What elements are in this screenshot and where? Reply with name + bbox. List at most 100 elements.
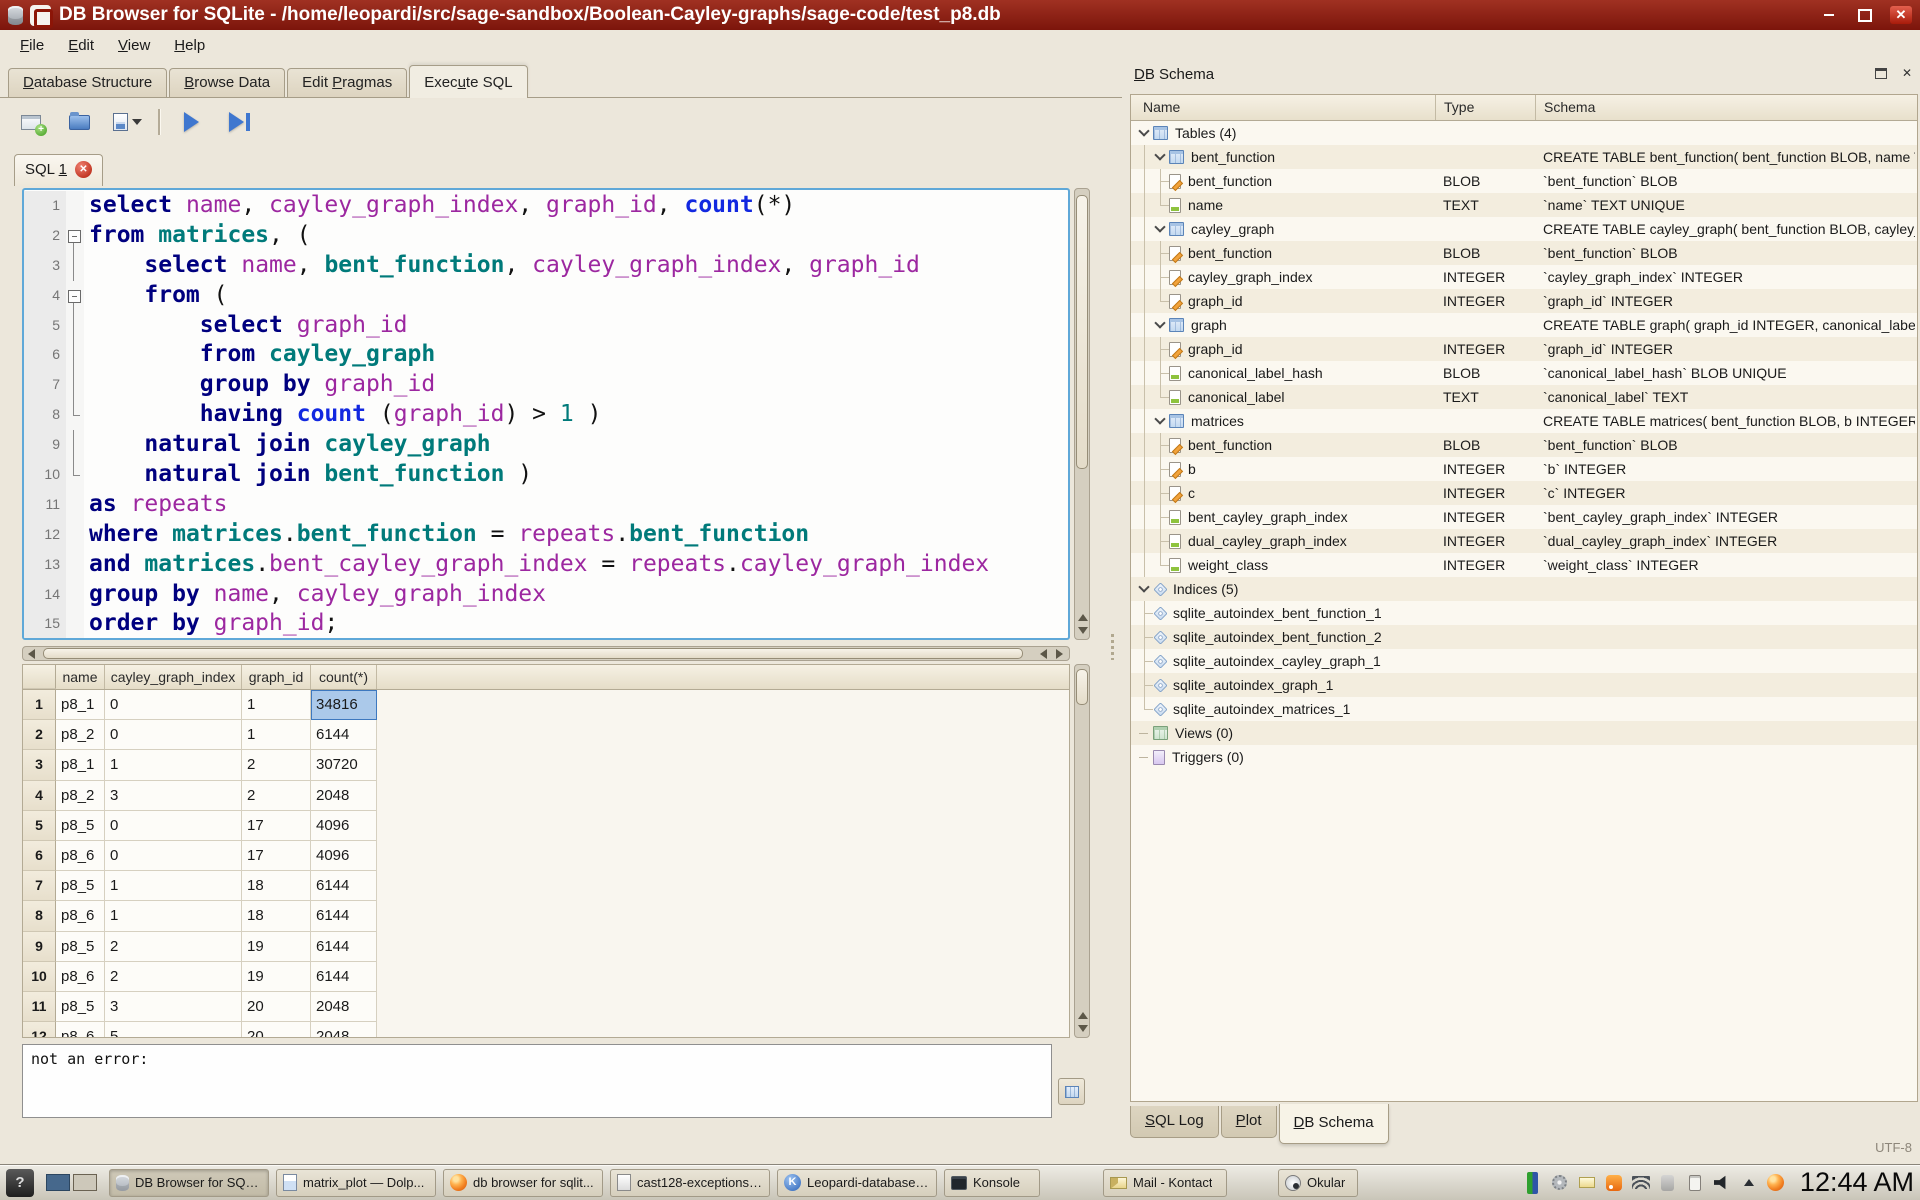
schema-column-schema[interactable]: Schema xyxy=(1535,95,1595,120)
table-row[interactable]: 3p8_11230720 xyxy=(23,750,1069,780)
schema-tree-row[interactable]: bent_functionBLOB`bent_function` BLOB xyxy=(1131,241,1917,265)
table-cell[interactable]: 5 xyxy=(105,1022,242,1038)
table-cell[interactable]: 2 xyxy=(242,750,311,780)
taskbar-task-ffx[interactable]: db browser for sqlit... xyxy=(443,1169,603,1197)
table-cell[interactable]: p8_1 xyxy=(56,690,105,720)
table-cell[interactable]: 18 xyxy=(242,871,311,901)
code-line[interactable]: 1select name, cayley_graph_index, graph_… xyxy=(24,191,1068,221)
panel-splitter[interactable] xyxy=(1100,64,1126,1104)
row-number[interactable]: 5 xyxy=(23,811,56,841)
clipboard-icon[interactable] xyxy=(1685,1173,1705,1193)
table-cell[interactable]: p8_5 xyxy=(56,871,105,901)
column-header-cayley-graph-index[interactable]: cayley_graph_index xyxy=(105,665,242,689)
volume-icon[interactable] xyxy=(1712,1173,1732,1193)
schema-tree-row[interactable]: graphCREATE TABLE graph( graph_id INTEGE… xyxy=(1131,313,1917,337)
table-cell[interactable]: p8_2 xyxy=(56,781,105,811)
taskbar-task-term[interactable]: Konsole xyxy=(944,1169,1040,1197)
chevron-down-icon[interactable] xyxy=(1153,217,1169,241)
row-number[interactable]: 2 xyxy=(23,720,56,750)
app-launcher-icon[interactable] xyxy=(6,1169,34,1197)
table-cell[interactable]: 20 xyxy=(242,992,311,1022)
table-row[interactable]: 11p8_53202048 xyxy=(23,992,1069,1022)
table-cell[interactable]: 0 xyxy=(105,690,242,720)
schema-tree-row[interactable]: canonical_label_hashBLOB`canonical_label… xyxy=(1131,361,1917,385)
table-cell[interactable]: 3 xyxy=(105,992,242,1022)
table-cell[interactable]: 0 xyxy=(105,841,242,871)
code-fold-marker-icon[interactable] xyxy=(66,281,84,311)
schema-tree[interactable]: Name Type Schema Tables (4)bent_function… xyxy=(1130,94,1918,1102)
open-sql-file-button[interactable] xyxy=(62,106,96,138)
schema-tree-row[interactable]: dual_cayley_graph_indexINTEGER`dual_cayl… xyxy=(1131,529,1917,553)
menu-file[interactable]: File xyxy=(10,33,54,58)
table-cell[interactable]: 2048 xyxy=(311,781,377,811)
schema-tree-row[interactable]: nameTEXT`name` TEXT UNIQUE xyxy=(1131,193,1917,217)
table-cell[interactable]: 4096 xyxy=(311,841,377,871)
desktop-1[interactable] xyxy=(46,1174,70,1191)
schema-tree-row[interactable]: sqlite_autoindex_graph_1 xyxy=(1131,673,1917,697)
status-encoding[interactable]: UTF-8 xyxy=(1875,1140,1912,1155)
tab-browse-data[interactable]: Browse Data xyxy=(169,68,285,97)
row-number[interactable]: 8 xyxy=(23,901,56,931)
schema-column-type[interactable]: Type xyxy=(1435,95,1474,120)
table-cell[interactable]: p8_6 xyxy=(56,962,105,992)
export-results-button[interactable] xyxy=(1058,1078,1085,1105)
table-cell[interactable]: 1 xyxy=(105,871,242,901)
schema-column-name[interactable]: Name xyxy=(1143,95,1180,120)
table-cell[interactable]: p8_5 xyxy=(56,992,105,1022)
schema-tree-row[interactable]: Views (0) xyxy=(1131,721,1917,745)
schema-tree-row[interactable]: bent_cayley_graph_indexINTEGER`bent_cayl… xyxy=(1131,505,1917,529)
schema-tree-row[interactable]: sqlite_autoindex_bent_function_1 xyxy=(1131,601,1917,625)
schema-tree-row[interactable]: cayley_graphCREATE TABLE cayley_graph( b… xyxy=(1131,217,1917,241)
table-cell[interactable]: 19 xyxy=(242,932,311,962)
table-row[interactable]: 8p8_61186144 xyxy=(23,901,1069,931)
tab-database-structure[interactable]: Database Structure xyxy=(8,68,167,97)
code-line[interactable]: 7 group by graph_id xyxy=(24,370,1068,400)
table-cell[interactable]: p8_5 xyxy=(56,932,105,962)
scroll-down-arrow-icon[interactable] xyxy=(1078,627,1088,634)
tab-plot[interactable]: Plot xyxy=(1221,1106,1277,1138)
schema-tree-row[interactable]: sqlite_autoindex_bent_function_2 xyxy=(1131,625,1917,649)
row-number[interactable]: 11 xyxy=(23,992,56,1022)
table-cell[interactable]: 1 xyxy=(105,750,242,780)
code-line[interactable]: 9 natural join cayley_graph xyxy=(24,430,1068,460)
table-row[interactable]: 12p8_65202048 xyxy=(23,1022,1069,1038)
editor-vertical-scrollbar[interactable] xyxy=(1074,188,1090,640)
table-cell[interactable]: 6144 xyxy=(311,932,377,962)
code-line[interactable]: 3 select name, bent_function, cayley_gra… xyxy=(24,251,1068,281)
close-button[interactable]: ✕ xyxy=(1890,6,1912,24)
row-number[interactable]: 1 xyxy=(23,690,56,720)
save-sql-file-button[interactable] xyxy=(110,106,144,138)
editor-vscroll-thumb[interactable] xyxy=(1076,195,1088,469)
schema-tree-row[interactable]: Triggers (0) xyxy=(1131,745,1917,769)
schema-tree-row[interactable]: graph_idINTEGER`graph_id` INTEGER xyxy=(1131,337,1917,361)
menu-view[interactable]: View xyxy=(108,33,160,58)
code-line[interactable]: 4 from ( xyxy=(24,281,1068,311)
table-cell[interactable]: 17 xyxy=(242,841,311,871)
table-cell[interactable]: 2 xyxy=(105,962,242,992)
table-cell[interactable]: p8_1 xyxy=(56,750,105,780)
schema-tree-row[interactable]: matricesCREATE TABLE matrices( bent_func… xyxy=(1131,409,1917,433)
dock-close-icon[interactable]: ✕ xyxy=(1900,66,1914,80)
row-number[interactable]: 12 xyxy=(23,1022,56,1038)
code-line[interactable]: 14group by name, cayley_graph_index xyxy=(24,580,1068,610)
table-cell[interactable]: p8_2 xyxy=(56,720,105,750)
table-cell[interactable]: p8_5 xyxy=(56,811,105,841)
schema-tree-row[interactable]: graph_idINTEGER`graph_id` INTEGER xyxy=(1131,289,1917,313)
execute-current-line-button[interactable] xyxy=(222,106,256,138)
new-sql-tab-button[interactable] xyxy=(14,106,48,138)
tab-execute-sql[interactable]: Execute SQL xyxy=(409,65,527,98)
table-row[interactable]: 1p8_10134816 xyxy=(23,690,1069,720)
menu-help[interactable]: Help xyxy=(164,33,215,58)
mail-notifier-icon[interactable] xyxy=(1577,1173,1597,1193)
code-line[interactable]: 8 having count (graph_id) > 1 ) xyxy=(24,400,1068,430)
code-line[interactable]: 11as repeats xyxy=(24,490,1068,520)
schema-tree-row[interactable]: Indices (5) xyxy=(1131,577,1917,601)
schema-tree-row[interactable]: bent_functionCREATE TABLE bent_function(… xyxy=(1131,145,1917,169)
table-cell[interactable]: 18 xyxy=(242,901,311,931)
row-number[interactable]: 9 xyxy=(23,932,56,962)
table-cell[interactable]: 6144 xyxy=(311,720,377,750)
editor-hscroll-thumb[interactable] xyxy=(43,648,1023,659)
device-icon[interactable] xyxy=(1658,1173,1678,1193)
tab-sql-log[interactable]: SQL Log xyxy=(1130,1106,1219,1138)
table-row[interactable]: 10p8_62196144 xyxy=(23,962,1069,992)
